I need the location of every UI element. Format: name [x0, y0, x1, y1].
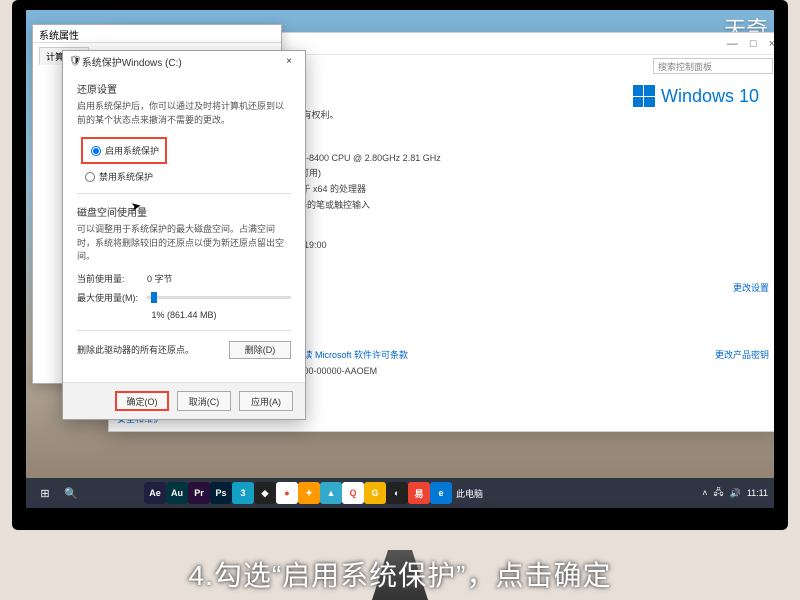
system-protection-dialog: 🛡 系统保护Windows (C:) × 还原设置 启用系统保护后，你可以通过及…: [62, 50, 306, 420]
taskbar-app[interactable]: ◐: [386, 482, 408, 504]
usage-slider[interactable]: [147, 296, 291, 299]
delete-desc: 删除此驱动器的所有还原点。: [77, 343, 229, 356]
section-label: 还原设置: [77, 81, 291, 96]
close-button[interactable]: ×: [769, 38, 774, 50]
radio-label: 启用系统保护: [105, 144, 159, 157]
tray-network-icon[interactable]: 🖧: [714, 485, 724, 501]
monitor-frame: 天奇 — □ × v 搜索控制面板 控制面板主页 设备管理器 远程设置 系统保护…: [12, 0, 788, 530]
dialog-titlebar[interactable]: 🛡 系统保护Windows (C:) ×: [63, 51, 305, 71]
search-icon[interactable]: 🔍: [59, 481, 83, 505]
enable-protection-radio[interactable]: 启用系统保护: [91, 144, 159, 157]
title: 系统属性: [33, 25, 281, 43]
taskbar-app[interactable]: Ae: [144, 482, 166, 504]
change-key-link[interactable]: 更改产品密钥: [715, 348, 769, 361]
instruction-caption: 4.勾选“启用系统保护”，点击确定: [0, 554, 800, 594]
windows-icon: [633, 85, 655, 107]
disable-protection-radio[interactable]: 禁用系统保护: [85, 170, 291, 183]
slider-thumb[interactable]: [151, 292, 157, 303]
cursor-icon: ➤: [130, 198, 142, 214]
system-tray[interactable]: ˄ 🖧 🔊 11:11: [702, 485, 768, 501]
apply-button[interactable]: 应用(A): [239, 391, 293, 411]
change-settings-link[interactable]: 更改设置: [733, 281, 769, 294]
desktop: 天奇 — □ × v 搜索控制面板 控制面板主页 设备管理器 远程设置 系统保护…: [26, 10, 774, 508]
taskbar-app[interactable]: Au: [166, 482, 188, 504]
current-usage-value: 0 字节: [147, 272, 173, 285]
tray-chevron-icon[interactable]: ˄: [702, 488, 707, 498]
taskbar-app[interactable]: Ps: [210, 482, 232, 504]
max-usage-label: 最大使用量(M):: [77, 291, 147, 304]
taskbar-app[interactable]: 易: [408, 482, 430, 504]
radio-input[interactable]: [91, 146, 101, 156]
taskbar-app[interactable]: Q: [342, 482, 364, 504]
maximize-button[interactable]: □: [750, 38, 757, 50]
taskbar-app[interactable]: ●: [276, 482, 298, 504]
dialog-title: 系统保护Windows (C:): [82, 54, 182, 69]
cancel-button[interactable]: 取消(C): [177, 391, 231, 411]
section-desc: 启用系统保护后，你可以通过及时将计算机还原到以前的某个状态点来撤消不需要的更改。: [77, 100, 291, 127]
taskbar[interactable]: ⊞ 🔍 AeAuPrPs3◆●✦▲QG◐易e 此电脑 ˄ 🖧 🔊 11:11: [26, 478, 774, 508]
close-button[interactable]: ×: [279, 56, 299, 67]
search-input[interactable]: 搜索控制面板: [653, 58, 773, 74]
radio-input[interactable]: [85, 172, 95, 182]
drive-icon: 🛡: [69, 56, 82, 67]
clock[interactable]: 11:11: [747, 488, 768, 498]
windows-logo: Windows 10: [633, 85, 759, 107]
highlight-box: 启用系统保护: [81, 137, 167, 164]
taskbar-app[interactable]: G: [364, 482, 386, 504]
minimize-button[interactable]: —: [727, 38, 738, 50]
taskbar-label[interactable]: 此电脑: [456, 487, 483, 500]
taskbar-app[interactable]: ✦: [298, 482, 320, 504]
delete-button[interactable]: 删除(D): [229, 341, 291, 359]
section-desc: 可以调整用于系统保护的最大磁盘空间。占满空间时，系统将删除较旧的还原点以便为新还…: [77, 223, 291, 264]
taskbar-app[interactable]: ▲: [320, 482, 342, 504]
taskbar-app[interactable]: e: [430, 482, 452, 504]
ok-button[interactable]: 确定(O): [115, 391, 169, 411]
taskbar-app[interactable]: ◆: [254, 482, 276, 504]
max-usage-value: 1% (861.44 MB): [77, 310, 291, 320]
radio-label: 禁用系统保护: [99, 170, 153, 183]
taskbar-app[interactable]: Pr: [188, 482, 210, 504]
start-button[interactable]: ⊞: [33, 481, 57, 505]
tray-volume-icon[interactable]: 🔊: [730, 488, 741, 499]
dialog-buttons: 确定(O) 取消(C) 应用(A): [63, 382, 305, 419]
current-usage-label: 当前使用量:: [77, 272, 147, 285]
taskbar-app[interactable]: 3: [232, 482, 254, 504]
section-label: 磁盘空间使用量: [77, 204, 291, 219]
